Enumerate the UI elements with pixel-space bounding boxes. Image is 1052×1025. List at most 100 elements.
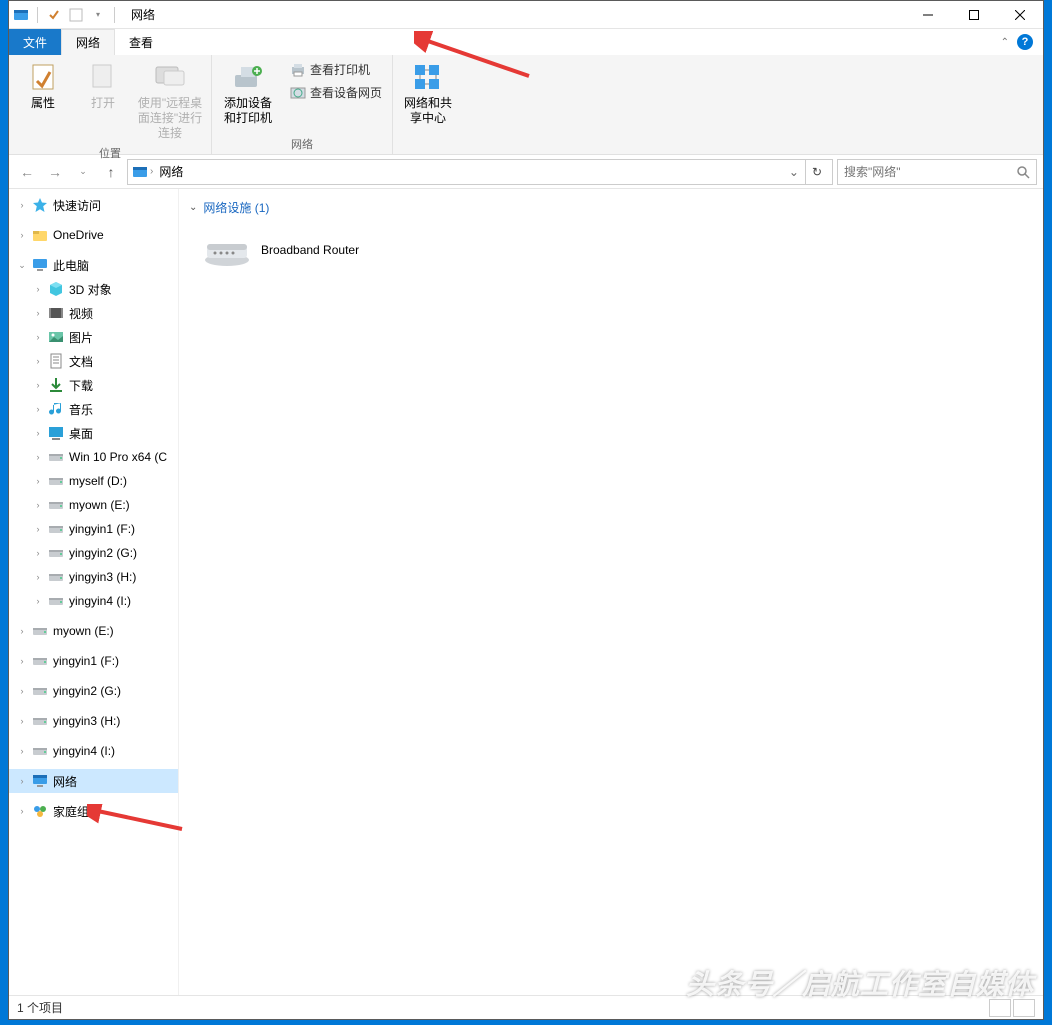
drive-icon [47,520,65,538]
qat-dropdown-icon[interactable]: ▾ [90,7,106,23]
add-device-button[interactable]: 添加设备和打印机 [218,59,278,128]
tree-item-label: 视频 [69,305,93,322]
chevron-right-icon[interactable]: › [31,402,45,416]
tree-item[interactable]: › 网络 [9,769,178,793]
ribbon-collapse-icon[interactable]: ⌃ [1001,37,1009,48]
up-button[interactable]: ↑ [99,160,123,184]
chevron-down-icon[interactable]: ⌄ [15,258,29,272]
chevron-right-icon[interactable]: › [15,684,29,698]
tree-item[interactable]: ›yingyin3 (H:) [9,565,178,589]
back-button[interactable]: ← [15,160,39,184]
tree-item[interactable]: › yingyin4 (I:) [9,589,178,613]
navigation-tree[interactable]: ›快速访问›OneDrive⌄此电脑›3D 对象›视频›图片›文档›下载›音乐›… [9,189,179,995]
chevron-right-icon[interactable]: › [31,330,45,344]
drive-icon [31,742,49,760]
address-dropdown[interactable]: ⌄ [785,165,803,179]
chevron-right-icon[interactable]: › [150,166,153,177]
chevron-right-icon[interactable]: › [15,654,29,668]
qat-newfolder-icon[interactable] [68,7,84,23]
chevron-right-icon[interactable]: › [31,378,45,392]
chevron-right-icon[interactable]: › [15,744,29,758]
homegroup-icon [31,802,49,820]
forward-button[interactable]: → [43,160,67,184]
search-input[interactable] [844,165,1016,179]
tree-item[interactable]: ›yingyin1 (F:) [9,517,178,541]
chevron-right-icon[interactable]: › [15,198,29,212]
tree-item[interactable]: ›文档 [9,349,178,373]
view-details-button[interactable] [989,999,1011,1017]
address-bar[interactable]: › 网络 ⌄ ↻ [127,159,833,185]
history-dropdown[interactable]: ⌄ [71,160,95,184]
view-large-button[interactable] [1013,999,1035,1017]
tab-file[interactable]: 文件 [9,29,61,55]
docs-icon [47,352,65,370]
tree-item[interactable]: ›yingyin3 (H:) [9,709,178,733]
chevron-right-icon[interactable]: › [31,498,45,512]
chevron-right-icon[interactable]: › [31,546,45,560]
view-printers-button[interactable]: 查看打印机 [286,59,386,80]
sharing-center-icon [412,61,444,93]
tree-item[interactable]: ›myown (E:) [9,619,178,643]
content-pane[interactable]: ⌄ 网络设施 (1) Broadband Router [179,189,1043,995]
qat-properties-icon[interactable] [46,7,62,23]
tree-item[interactable]: ›家庭组 [9,799,178,823]
properties-button[interactable]: 属性 [15,59,71,113]
tree-item[interactable]: ›myself (D:) [9,469,178,493]
open-button: 打开 [75,59,131,113]
chevron-right-icon[interactable]: › [15,624,29,638]
chevron-right-icon[interactable]: › [31,354,45,368]
tree-item[interactable]: ›Win 10 Pro x64 (C [9,445,178,469]
close-button[interactable] [997,1,1043,29]
tree-item[interactable]: ›yingyin2 (G:) [9,679,178,703]
tree-item[interactable]: ›桌面 [9,421,178,445]
device-item[interactable]: Broadband Router [199,228,459,272]
pictures-icon [47,328,65,346]
chevron-right-icon[interactable]: › [31,570,45,584]
search-icon[interactable] [1016,165,1030,179]
refresh-button[interactable]: ↻ [805,160,828,184]
tree-item[interactable]: › 视频 [9,301,178,325]
tree-item[interactable]: › yingyin1 (F:) [9,649,178,673]
tree-item[interactable]: ›yingyin4 (I:) [9,739,178,763]
chevron-right-icon[interactable]: › [31,306,45,320]
tree-item[interactable]: ›yingyin2 (G:) [9,541,178,565]
tab-network[interactable]: 网络 [61,29,115,55]
tree-item[interactable]: ›音乐 [9,397,178,421]
tree-item[interactable]: ›OneDrive [9,223,178,247]
tree-item[interactable]: ›myown (E:) [9,493,178,517]
tree-item[interactable]: ›下载 [9,373,178,397]
tree-item[interactable]: ⌄此电脑 [9,253,178,277]
help-icon[interactable]: ? [1017,34,1033,50]
view-device-page-label: 查看设备网页 [310,84,382,101]
group-sharing-spacer [399,138,457,152]
drive-icon [31,622,49,640]
maximize-button[interactable] [951,1,997,29]
group-header[interactable]: ⌄ 网络设施 (1) [179,195,1043,220]
separator [114,7,115,23]
status-text: 1 个项目 [17,999,63,1016]
breadcrumb-network[interactable]: 网络 [155,163,187,180]
minimize-button[interactable] [905,1,951,29]
tree-item[interactable]: ›图片 [9,325,178,349]
chevron-right-icon[interactable]: › [31,594,45,608]
ribbon-group-network: 添加设备和打印机 查看打印机 查看设备网页 [212,55,393,154]
view-device-page-button[interactable]: 查看设备网页 [286,82,386,103]
chevron-right-icon[interactable]: › [31,522,45,536]
chevron-right-icon[interactable]: › [15,714,29,728]
tab-view[interactable]: 查看 [115,29,167,55]
chevron-right-icon[interactable]: › [31,450,45,464]
chevron-right-icon[interactable]: › [15,228,29,242]
tree-item[interactable]: ›快速访问 [9,193,178,217]
chevron-right-icon[interactable]: › [31,426,45,440]
chevron-right-icon[interactable]: › [15,804,29,818]
tree-item-label: yingyin1 (F:) [53,654,119,668]
chevron-right-icon[interactable]: › [31,474,45,488]
sharing-center-button[interactable]: 网络和共享中心 [399,59,457,128]
tree-item-label: yingyin4 (I:) [69,594,131,608]
search-box[interactable] [837,159,1037,185]
chevron-right-icon[interactable]: › [31,282,45,296]
tree-item-label: 网络 [53,773,77,790]
tree-item[interactable]: ›3D 对象 [9,277,178,301]
chevron-right-icon[interactable]: › [15,774,29,788]
app-icon [13,7,29,23]
